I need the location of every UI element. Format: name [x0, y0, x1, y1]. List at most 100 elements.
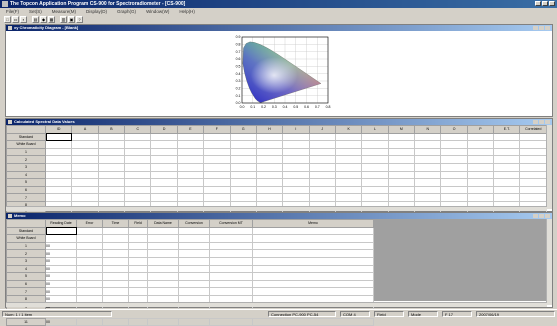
- grid-cell[interactable]: [76, 279, 103, 289]
- print-icon[interactable]: ▤: [32, 16, 39, 23]
- new-icon[interactable]: □: [4, 16, 11, 23]
- grid-cell[interactable]: [252, 241, 374, 251]
- grid-cell[interactable]: [124, 140, 152, 149]
- grid-cell[interactable]: [71, 185, 99, 195]
- grid-cell[interactable]: [387, 140, 416, 149]
- grid-cell[interactable]: [519, 147, 547, 157]
- grid-corner[interactable]: [6, 219, 46, 228]
- grid-cell[interactable]: 00: [45, 287, 77, 296]
- grid-cell[interactable]: [102, 241, 129, 251]
- grid-cell[interactable]: [209, 317, 253, 326]
- grid-cell[interactable]: [255, 193, 284, 202]
- grid-cell[interactable]: [178, 287, 210, 296]
- grid-cell[interactable]: [440, 170, 468, 180]
- grid-cell[interactable]: [44, 162, 73, 172]
- column-header[interactable]: M: [387, 125, 416, 134]
- grid-cell[interactable]: [203, 147, 231, 157]
- grid-cell[interactable]: [147, 317, 179, 326]
- maximize-button[interactable]: [539, 213, 544, 218]
- grid-cell[interactable]: [414, 155, 442, 164]
- data-grid-hscrollbar[interactable]: [6, 206, 547, 211]
- grid-cell[interactable]: [44, 185, 73, 195]
- grid-cell[interactable]: [334, 185, 363, 195]
- data-grid-vscrollbar[interactable]: [546, 125, 552, 209]
- grid-cell[interactable]: [44, 193, 73, 202]
- grid-cell[interactable]: [44, 132, 73, 142]
- grid-cell[interactable]: [76, 287, 103, 296]
- grid-cell[interactable]: [203, 162, 231, 172]
- row-header[interactable]: 2: [6, 155, 46, 164]
- grid-cell[interactable]: [414, 162, 442, 172]
- grid-cell[interactable]: [466, 147, 495, 157]
- column-header[interactable]: F: [203, 125, 231, 134]
- grid-cell[interactable]: [519, 185, 547, 195]
- grid-cell[interactable]: [308, 132, 336, 142]
- column-header[interactable]: ID: [44, 125, 73, 134]
- grid-cell[interactable]: [361, 185, 389, 195]
- app-icon[interactable]: [2, 1, 8, 7]
- grid-cell[interactable]: [147, 241, 179, 251]
- grid-cell[interactable]: [519, 193, 547, 202]
- grid-cell[interactable]: [361, 178, 389, 187]
- grid-cell[interactable]: [76, 249, 103, 258]
- grid-cell[interactable]: [255, 132, 284, 142]
- grid-cell[interactable]: [71, 155, 99, 164]
- grid-cell[interactable]: [229, 185, 257, 195]
- grid-cell[interactable]: [252, 279, 374, 289]
- grid-cell[interactable]: [387, 185, 416, 195]
- grid-cell[interactable]: [229, 178, 257, 187]
- grid-cell[interactable]: [150, 155, 178, 164]
- column-header[interactable]: G: [229, 125, 257, 134]
- grid-corner[interactable]: [6, 125, 46, 134]
- row-header[interactable]: 3: [6, 162, 46, 172]
- grid-cell[interactable]: [147, 264, 179, 274]
- grid-cell[interactable]: [97, 185, 126, 195]
- grid-cell[interactable]: [209, 264, 253, 274]
- grid-cell[interactable]: [440, 155, 468, 164]
- grid-cell[interactable]: [97, 193, 126, 202]
- grid-cell[interactable]: 00: [45, 256, 77, 266]
- grid-cell[interactable]: [440, 178, 468, 187]
- column-header[interactable]: Conversion: [178, 219, 210, 228]
- column-header[interactable]: E: [176, 125, 205, 134]
- grid-cell[interactable]: [209, 272, 253, 281]
- grid-cell[interactable]: [440, 162, 468, 172]
- grid-cell[interactable]: [308, 178, 336, 187]
- grid-cell[interactable]: [252, 226, 374, 236]
- grid-cell[interactable]: [147, 226, 179, 236]
- column-header[interactable]: Conversion MT: [209, 219, 253, 228]
- grid-cell[interactable]: [493, 155, 521, 164]
- column-header[interactable]: O: [440, 125, 468, 134]
- grid-cell[interactable]: [334, 140, 363, 149]
- grid-cell[interactable]: [203, 185, 231, 195]
- grid-cell[interactable]: [282, 147, 310, 157]
- grid-cell[interactable]: [44, 140, 73, 149]
- row-header[interactable]: 1: [6, 241, 46, 251]
- column-header[interactable]: Data Name: [147, 219, 179, 228]
- row-header[interactable]: 7: [6, 193, 46, 202]
- column-header[interactable]: K: [334, 125, 363, 134]
- column-header[interactable]: A: [71, 125, 99, 134]
- grid-cell[interactable]: [334, 162, 363, 172]
- grid-cell[interactable]: [76, 264, 103, 274]
- grid-cell[interactable]: [414, 170, 442, 180]
- grid-cell[interactable]: [466, 193, 495, 202]
- grid-cell[interactable]: [361, 132, 389, 142]
- grid-cell[interactable]: [97, 155, 126, 164]
- grid-cell[interactable]: [414, 178, 442, 187]
- grid-cell[interactable]: [308, 155, 336, 164]
- grid-cell[interactable]: [178, 317, 210, 326]
- column-header[interactable]: D: [150, 125, 178, 134]
- grid-cell[interactable]: [255, 155, 284, 164]
- grid-cell[interactable]: [147, 256, 179, 266]
- column-header[interactable]: N: [414, 125, 442, 134]
- grid-cell[interactable]: [282, 162, 310, 172]
- grid-cell[interactable]: [176, 132, 205, 142]
- grid-cell[interactable]: [124, 147, 152, 157]
- graph-icon[interactable]: ▦: [48, 16, 55, 23]
- grid-cell[interactable]: [147, 272, 179, 281]
- grid-cell[interactable]: [440, 185, 468, 195]
- grid-cell[interactable]: [387, 162, 416, 172]
- grid-cell[interactable]: [124, 162, 152, 172]
- minimize-button[interactable]: [533, 213, 538, 218]
